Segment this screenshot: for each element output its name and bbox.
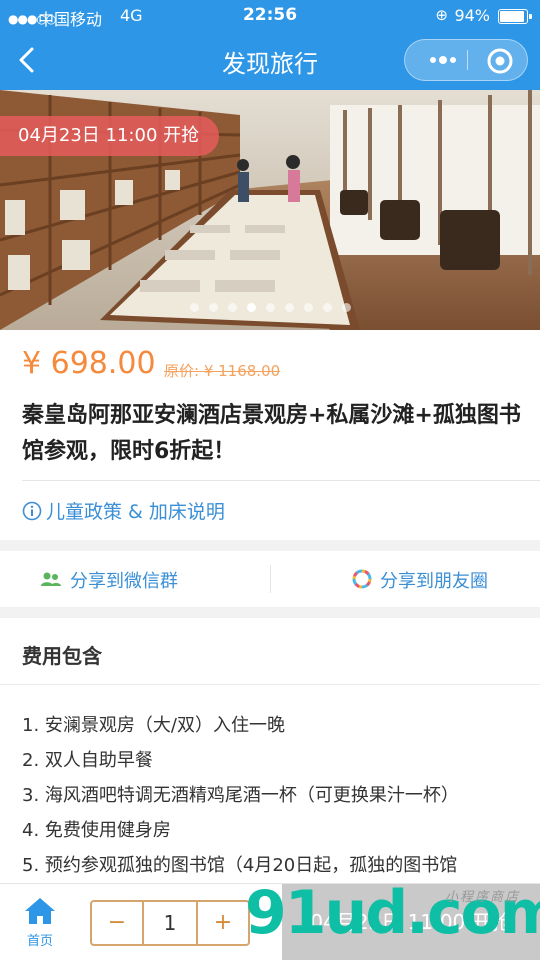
- mini-program-capsule: [404, 39, 528, 81]
- increase-button[interactable]: +: [196, 902, 248, 944]
- child-policy-label: 儿童政策 & 加床说明: [46, 501, 225, 523]
- current-price: ¥ 698.00: [22, 346, 156, 381]
- list-item: 1. 安澜景观房（大/双）入住一晚: [22, 715, 285, 736]
- share-wechat-group-button[interactable]: 分享到微信群: [40, 567, 178, 593]
- fees-heading: 费用包含: [22, 644, 102, 668]
- bottom-action-bar: 首页 − 1 + 04月23日 11:00 开抢: [0, 883, 540, 960]
- list-item: 5. 预约参观孤独的图书馆（4月20日起，孤独的图书馆: [22, 855, 458, 876]
- carousel-dot[interactable]: [265, 303, 275, 312]
- share-moments-button[interactable]: 分享到朋友圈: [352, 567, 488, 593]
- original-price: 原价: ¥ 1168.00: [164, 362, 281, 380]
- list-item: 2. 双人自助早餐: [22, 750, 153, 771]
- carousel-dot[interactable]: [189, 303, 199, 312]
- info-icon: [22, 501, 42, 521]
- carousel-indicator: [0, 297, 540, 316]
- share-moments-label: 分享到朋友圈: [380, 571, 488, 592]
- divider: [0, 684, 540, 685]
- divider: [22, 480, 540, 481]
- home-icon: [25, 898, 55, 924]
- fees-section: 费用包含 1. 安澜景观房（大/双）入住一晚 2. 双人自助早餐 3. 海风酒吧…: [0, 618, 540, 890]
- moments-icon: [352, 569, 372, 589]
- nav-bar: 发现旅行: [0, 32, 540, 90]
- hero-carousel[interactable]: 04月23日 11:00 开抢: [0, 90, 540, 330]
- list-item: 4. 免费使用健身房: [22, 820, 171, 841]
- rotation-lock-icon: ⊕: [435, 6, 448, 24]
- quantity-value[interactable]: 1: [144, 902, 196, 944]
- product-info: ¥ 698.00 原价: ¥ 1168.00 秦皇岛阿那亚安澜酒店景观房+私属沙…: [0, 330, 540, 540]
- share-bar: 分享到微信群 分享到朋友圈: [0, 551, 540, 607]
- share-divider: [270, 565, 271, 593]
- carousel-dot[interactable]: [227, 303, 237, 312]
- group-icon: [41, 572, 61, 586]
- more-dots-icon[interactable]: [421, 40, 465, 80]
- battery-icon: [498, 9, 532, 24]
- share-wechat-group-label: 分享到微信群: [70, 571, 178, 592]
- carousel-dot[interactable]: [284, 303, 294, 312]
- target-icon[interactable]: [485, 46, 515, 76]
- home-button[interactable]: 首页: [18, 896, 62, 949]
- carousel-dot[interactable]: [322, 303, 332, 312]
- quantity-stepper: − 1 +: [90, 900, 250, 946]
- carousel-dot[interactable]: [208, 303, 218, 312]
- battery-percent: 94%: [454, 6, 490, 25]
- buy-button[interactable]: 04月23日 11:00 开抢: [282, 884, 540, 960]
- child-policy-link[interactable]: 儿童政策 & 加床说明: [22, 497, 225, 524]
- carousel-dot[interactable]: [341, 303, 351, 312]
- carousel-dot[interactable]: [246, 303, 256, 312]
- carousel-dot[interactable]: [303, 303, 313, 312]
- home-label: 首页: [26, 934, 53, 949]
- status-bar: ●●●○○ 中国移动 4G 22:56 ⊕ 94%: [0, 0, 540, 32]
- capsule-divider: [467, 50, 468, 70]
- list-item: 3. 海风酒吧特调无酒精鸡尾酒一杯（可更换果汁一杯）: [22, 785, 459, 806]
- fees-list: 1. 安澜景观房（大/双）入住一晚 2. 双人自助早餐 3. 海风酒吧特调无酒精…: [22, 708, 534, 883]
- sale-start-badge: 04月23日 11:00 开抢: [0, 116, 220, 156]
- product-title: 秦皇岛阿那亚安澜酒店景观房+私属沙滩+孤独图书馆参观，限时6折起！: [22, 403, 521, 464]
- decrease-button[interactable]: −: [92, 902, 144, 944]
